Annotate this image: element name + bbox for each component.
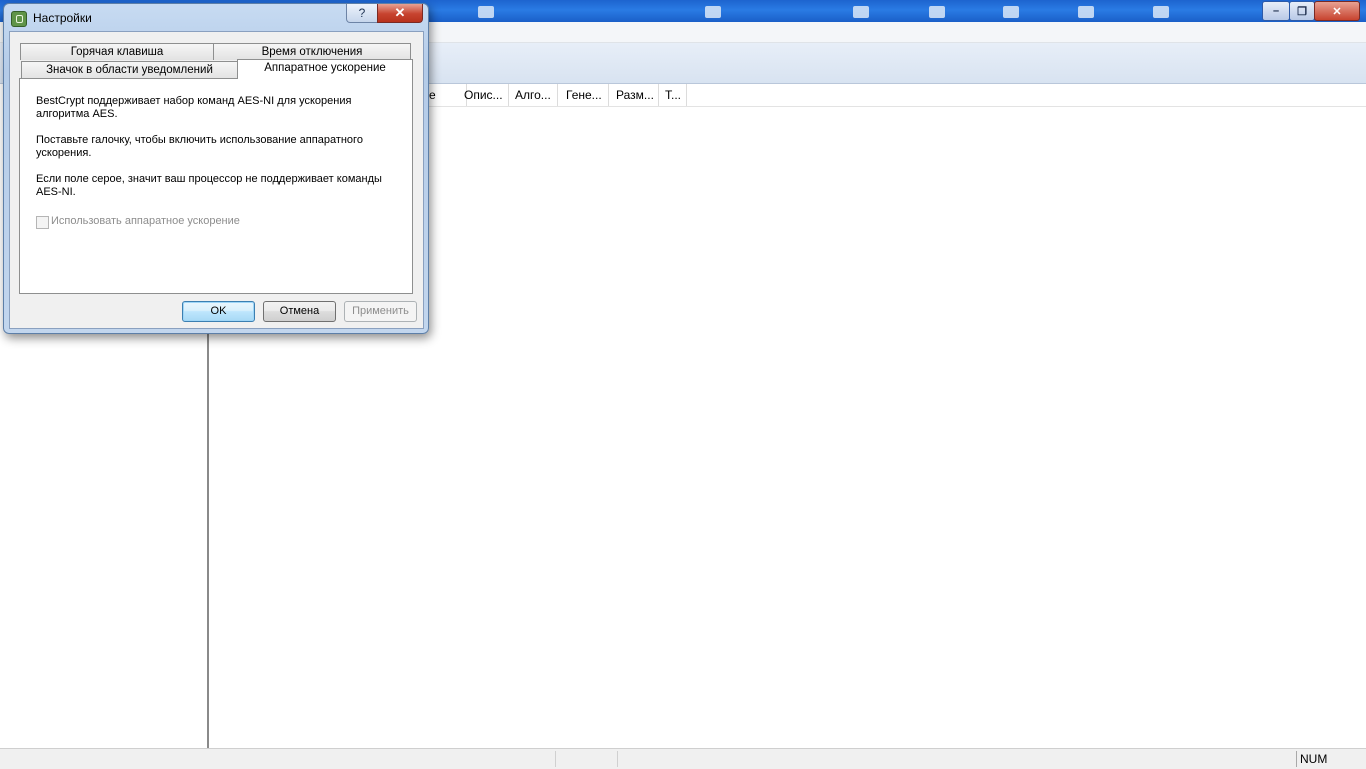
status-bar: NUM xyxy=(0,748,1366,769)
status-num-indicator: NUM xyxy=(1296,751,1364,767)
column-header-description[interactable]: Опис... xyxy=(458,84,509,106)
settings-dialog: Настройки ? ✕ Горячая клавиша Время откл… xyxy=(3,3,429,334)
hw-accel-checkbox[interactable] xyxy=(36,216,49,229)
dialog-title: Настройки xyxy=(33,11,92,25)
info-text-checkbox-hint: Поставьте галочку, чтобы включить исполь… xyxy=(36,134,363,159)
status-divider xyxy=(617,751,618,767)
help-button[interactable]: ? xyxy=(346,4,378,23)
tab-panel-hardware-acceleration: BestCrypt поддерживает набор команд AES-… xyxy=(19,78,413,294)
column-header-algorithm[interactable]: Алго... xyxy=(509,84,558,106)
titlebar-blur-icon xyxy=(1153,6,1169,18)
tab-timeout[interactable]: Время отключения xyxy=(213,43,411,60)
info-text-grey-hint: Если поле серое, значит ваш процессор не… xyxy=(36,173,382,198)
minimize-button[interactable]: – xyxy=(1262,1,1290,21)
apply-button[interactable]: Применить xyxy=(344,301,417,322)
cancel-button[interactable]: Отмена xyxy=(263,301,336,322)
titlebar-blur-icon xyxy=(705,6,721,18)
titlebar-blur-icon xyxy=(1078,6,1094,18)
restore-button[interactable]: ❐ xyxy=(1289,1,1315,21)
dialog-close-button[interactable]: ✕ xyxy=(377,4,423,23)
tab-tray-icon[interactable]: Значок в области уведомлений xyxy=(21,61,238,79)
hw-accel-checkbox-label[interactable]: Использовать аппаратное ускорение xyxy=(51,215,240,227)
main-close-button[interactable]: ✕ xyxy=(1314,1,1360,21)
column-header-size[interactable]: Разм... xyxy=(610,84,659,106)
app-icon xyxy=(11,11,27,27)
ok-button[interactable]: OK xyxy=(182,301,255,322)
titlebar-blur-icon xyxy=(853,6,869,18)
titlebar-blur-icon xyxy=(478,6,494,18)
tab-hotkey[interactable]: Горячая клавиша xyxy=(20,43,214,60)
dialog-client-area: Горячая клавиша Время отключения Значок … xyxy=(9,31,424,329)
tab-hardware-acceleration[interactable]: Аппаратное ускорение xyxy=(237,59,413,79)
titlebar-blur-icon xyxy=(929,6,945,18)
titlebar-blur-icon xyxy=(1003,6,1019,18)
column-header-type[interactable]: Т... xyxy=(659,84,687,106)
info-text-aesni: BestCrypt поддерживает набор команд AES-… xyxy=(36,95,352,120)
status-divider xyxy=(555,751,556,767)
column-header-generator[interactable]: Гене... xyxy=(560,84,609,106)
